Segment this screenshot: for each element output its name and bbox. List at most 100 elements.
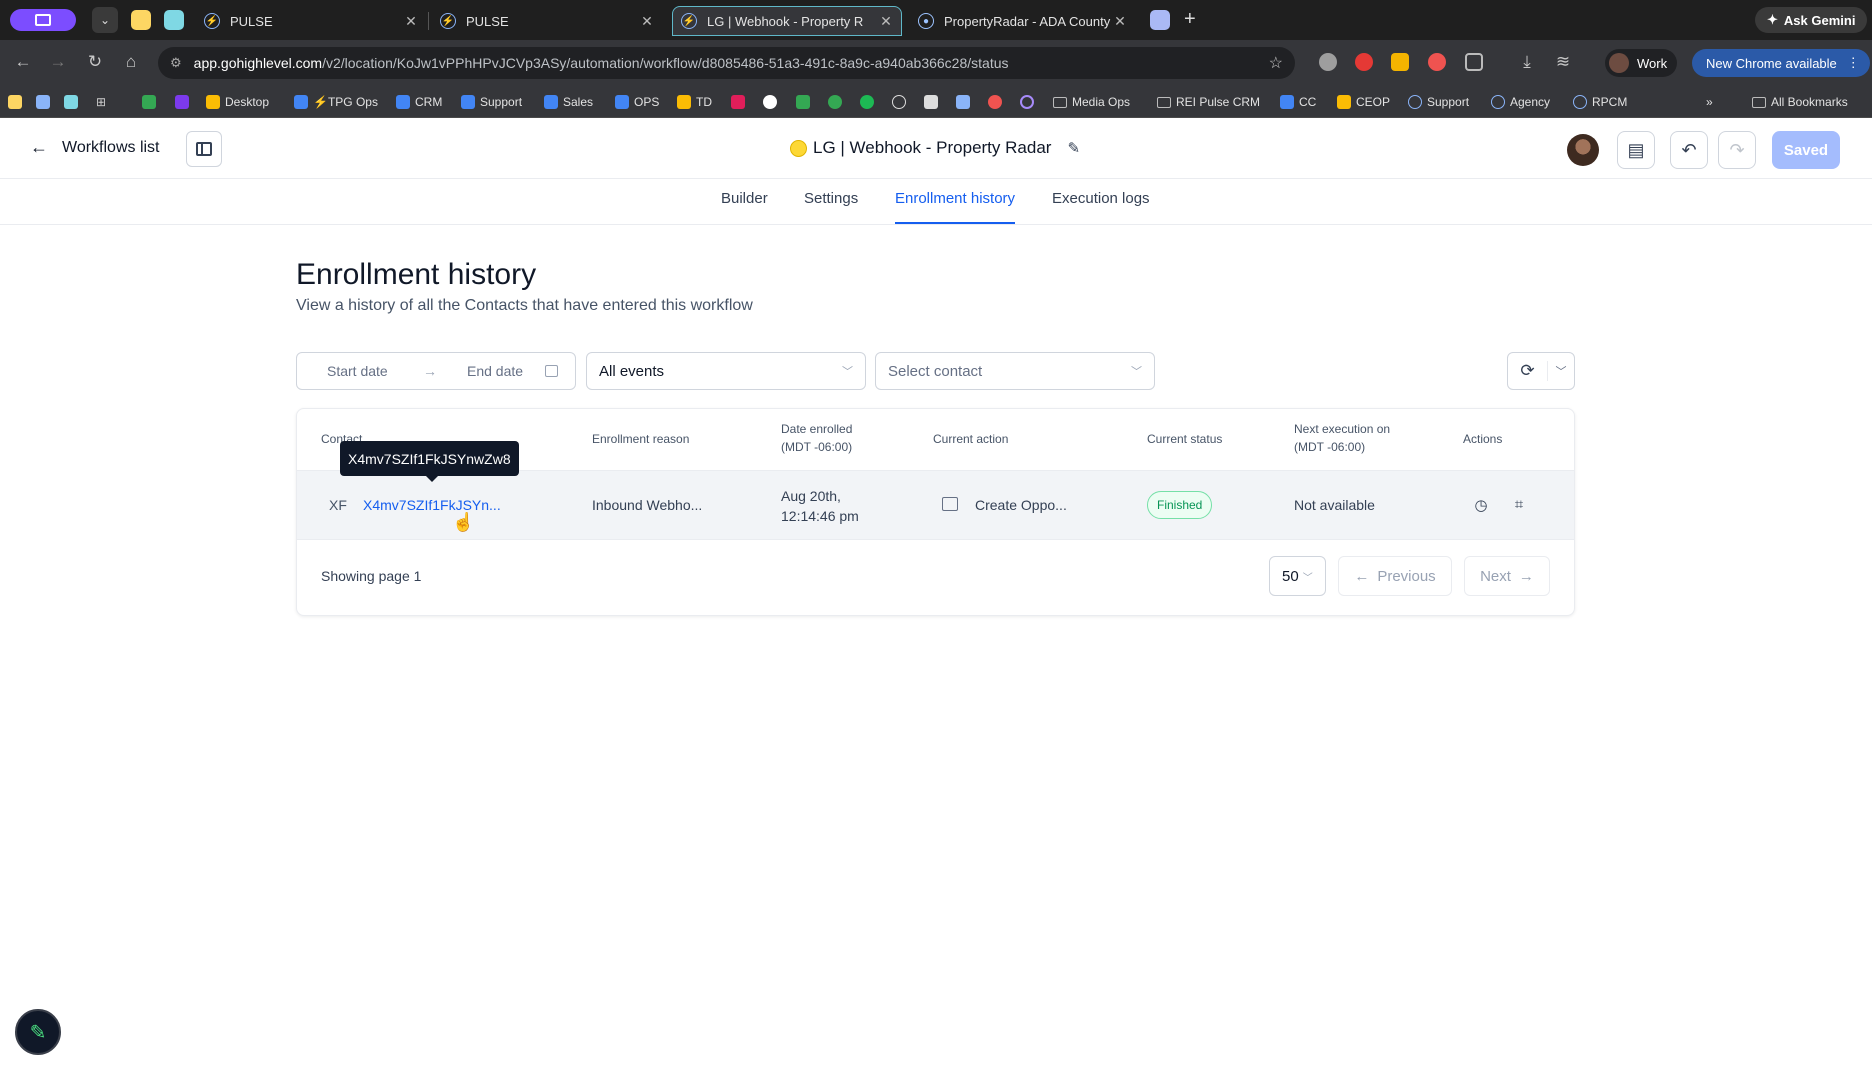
- undo-button[interactable]: ↶: [1670, 131, 1708, 169]
- refresh-icon[interactable]: ⟳: [1508, 361, 1548, 381]
- contact-select-placeholder: Select contact: [888, 362, 983, 380]
- close-icon[interactable]: ✕: [402, 13, 420, 30]
- bookmark-spotify-icon[interactable]: [860, 92, 874, 112]
- action-step-icon: [942, 497, 958, 511]
- bookmark-green-circle-icon[interactable]: [828, 92, 842, 112]
- page-size-select[interactable]: 50 ﹀: [1269, 556, 1326, 596]
- media-controls-icon[interactable]: ≋: [1551, 52, 1575, 72]
- current-action-cell[interactable]: Create Oppo...: [975, 497, 1067, 513]
- browser-tab-propertyradar[interactable]: ● PropertyRadar - ADA County ✕: [910, 6, 1135, 36]
- start-date-input[interactable]: Start date: [327, 363, 388, 379]
- bookmarks-overflow-icon[interactable]: »: [1706, 92, 1713, 112]
- tab-search-button[interactable]: ⌄: [92, 7, 118, 33]
- reload-icon[interactable]: ↻: [83, 52, 107, 72]
- chevron-down-icon[interactable]: ﹀: [1548, 363, 1574, 379]
- bookmark-support-2[interactable]: Support: [1408, 92, 1469, 112]
- tab-favicon-icon[interactable]: [1150, 10, 1170, 30]
- bookmark-camera-icon[interactable]: [924, 92, 938, 112]
- close-icon[interactable]: ✕: [1111, 13, 1129, 30]
- bookmark-asterisk-icon[interactable]: [988, 92, 1002, 112]
- browser-tab-pulse-1[interactable]: ⚡ PULSE ✕: [196, 6, 426, 36]
- back-arrow-icon[interactable]: ←: [11, 52, 35, 72]
- close-icon[interactable]: ✕: [877, 13, 895, 30]
- bookmark-td[interactable]: TD: [677, 92, 712, 112]
- pinned-tab-app-icon[interactable]: [164, 10, 184, 30]
- yellow-circle-icon: [790, 139, 807, 157]
- address-bar[interactable]: ⚙ app.gohighlevel.com/v2/location/KoJw1v…: [158, 47, 1295, 79]
- bookmark-icon-only[interactable]: [36, 92, 50, 112]
- user-avatar[interactable]: [1567, 134, 1599, 166]
- floating-edit-button[interactable]: ✎: [15, 1009, 61, 1055]
- contact-select[interactable]: Select contact ﹀: [875, 352, 1155, 390]
- refresh-button-group[interactable]: ⟳ ﹀: [1507, 352, 1575, 390]
- bookmark-support[interactable]: Support: [461, 92, 522, 112]
- end-date-input[interactable]: End date: [467, 363, 523, 379]
- bookmark-ops[interactable]: OPS: [615, 92, 659, 112]
- profile-button[interactable]: Work: [1605, 49, 1678, 77]
- pinned-tab-keep-icon[interactable]: [131, 10, 151, 30]
- browser-tab-active[interactable]: ⚡ LG | Webhook - Property R ✕: [672, 6, 902, 36]
- bookmark-purple-icon[interactable]: [175, 92, 189, 112]
- tab-group-pill[interactable]: [10, 9, 76, 31]
- extension-yellow-icon[interactable]: [1391, 53, 1409, 71]
- next-label: Next: [1480, 567, 1511, 585]
- home-icon[interactable]: ⌂: [119, 52, 143, 72]
- bookmark-gemini-icon[interactable]: [956, 92, 970, 112]
- saved-button[interactable]: Saved: [1772, 131, 1840, 169]
- puzzle-extensions-icon[interactable]: [1465, 53, 1483, 71]
- bookmark-desktop[interactable]: Desktop: [206, 92, 269, 112]
- view-details-icon[interactable]: ⌗: [1510, 496, 1528, 514]
- next-page-button[interactable]: Next →: [1464, 556, 1550, 596]
- bookmark-sheets-icon[interactable]: [142, 92, 156, 112]
- bookmark-play-icon[interactable]: [892, 92, 906, 112]
- camera-extension-icon[interactable]: [1319, 53, 1337, 71]
- edit-pencil-icon[interactable]: ✎: [1067, 139, 1080, 157]
- bookmark-c-icon[interactable]: [1020, 92, 1034, 112]
- pagination-status: Showing page 1: [321, 568, 422, 584]
- date-range-picker[interactable]: Start date → End date: [296, 352, 576, 390]
- bookmark-slack-icon[interactable]: [731, 92, 745, 112]
- bookmark-icon-only[interactable]: [64, 92, 78, 112]
- bookmark-rpcm[interactable]: RPCM: [1573, 92, 1627, 112]
- bookmark-sales[interactable]: Sales: [544, 92, 593, 112]
- ask-gemini-button[interactable]: ✦ Ask Gemini: [1755, 7, 1868, 33]
- redo-button[interactable]: ↷: [1718, 131, 1756, 169]
- site-info-icon[interactable]: ⚙: [170, 55, 182, 71]
- workflows-list-back-link[interactable]: ← Workflows list: [30, 137, 160, 158]
- forward-arrow-icon[interactable]: →: [46, 52, 70, 72]
- extension-red-icon[interactable]: [1428, 53, 1446, 71]
- sidebar-toggle-button[interactable]: [186, 131, 222, 167]
- bookmark-google-icon[interactable]: [763, 92, 777, 112]
- browser-tab-pulse-2[interactable]: ⚡ PULSE ✕: [432, 6, 662, 36]
- apps-grid-icon[interactable]: ⊞: [96, 92, 106, 112]
- workflow-title-text: LG | Webhook - Property Radar: [813, 138, 1052, 157]
- contact-link[interactable]: X4mv7SZIf1FkJSYn...: [363, 497, 501, 513]
- new-tab-button[interactable]: +: [1184, 8, 1196, 31]
- close-icon[interactable]: ✕: [638, 13, 656, 30]
- tab-execution-logs[interactable]: Execution logs: [1052, 190, 1150, 224]
- bookmark-green-icon[interactable]: [796, 92, 810, 112]
- pokeball-extension-icon[interactable]: [1355, 53, 1373, 71]
- bookmark-agency[interactable]: Agency: [1491, 92, 1550, 112]
- bookmark-crm[interactable]: CRM: [396, 92, 442, 112]
- previous-label: Previous: [1377, 567, 1436, 585]
- workflow-logs-button[interactable]: ▤: [1617, 131, 1655, 169]
- tab-settings[interactable]: Settings: [804, 190, 858, 224]
- chrome-update-button[interactable]: New Chrome available ⋮: [1692, 49, 1870, 77]
- previous-page-button[interactable]: ← Previous: [1338, 556, 1452, 596]
- bookmark-ceop[interactable]: CEOP: [1337, 92, 1390, 112]
- all-bookmarks-folder[interactable]: All Bookmarks: [1752, 92, 1848, 112]
- history-icon[interactable]: ◷: [1472, 496, 1490, 514]
- events-select[interactable]: All events ﹀: [586, 352, 866, 390]
- bookmark-folder-rei-pulse-crm[interactable]: REI Pulse CRM: [1157, 92, 1260, 112]
- bookmark-star-icon[interactable]: ☆: [1269, 53, 1283, 73]
- bookmark-tpg-ops[interactable]: ⚡TPG Ops: [294, 92, 378, 112]
- download-icon[interactable]: ⤓: [1515, 52, 1539, 72]
- bookmark-folder-media-ops[interactable]: Media Ops: [1053, 92, 1130, 112]
- column-header-actions: Actions: [1463, 432, 1503, 446]
- tab-enrollment-history[interactable]: Enrollment history: [895, 190, 1016, 224]
- bookmark-cc[interactable]: CC: [1280, 92, 1316, 112]
- bolt-icon: ⚡: [204, 13, 220, 29]
- bookmark-icon-only[interactable]: [8, 92, 22, 112]
- tab-builder[interactable]: Builder: [721, 190, 768, 224]
